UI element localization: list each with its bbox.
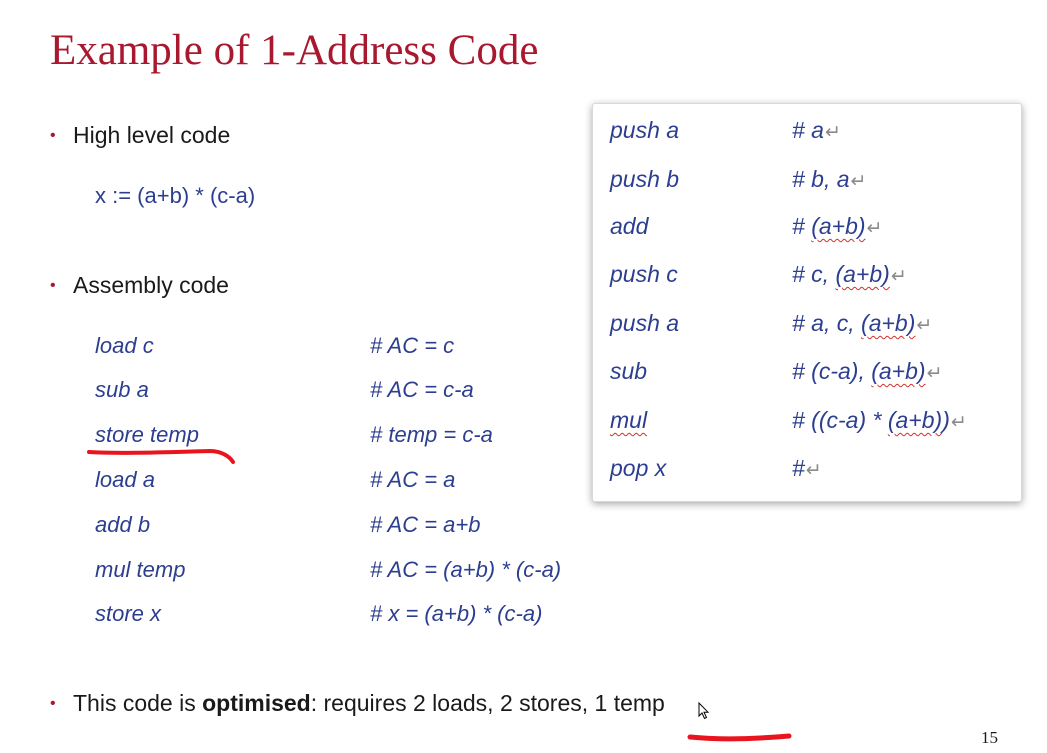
mouse-cursor-icon (698, 702, 710, 720)
bullet-assembly-label: Assembly code (73, 272, 229, 298)
stack-comment: # a↵ (792, 117, 841, 143)
paragraph-mark-icon: ↵ (850, 171, 867, 192)
spellcheck-word[interactable]: (a+b) (861, 310, 915, 336)
ink-underline-store-temp (87, 448, 235, 464)
ink-underline-temp (687, 733, 792, 742)
slide-title: Example of 1-Address Code (50, 27, 539, 74)
stack-instruction: mul (610, 407, 648, 433)
assembly-comment: # temp = c-a (370, 422, 493, 447)
assembly-instruction: store temp (95, 422, 199, 447)
bullet-dot-icon: • (50, 127, 56, 144)
page-number: 15 (981, 728, 998, 747)
assembly-instruction: sub a (95, 377, 149, 402)
assembly-instruction: load c (95, 333, 154, 358)
summary-bold: optimised (202, 690, 311, 716)
summary-prefix: This code is (73, 690, 203, 716)
stack-comment: #↵ (792, 455, 822, 481)
stack-comment: # (a+b)↵ (792, 213, 883, 239)
stack-code-popup[interactable]: push a # a↵ push b # b, a↵ add # (a+b)↵ … (592, 103, 1022, 502)
bullet-summary: • This code is optimised: requires 2 load… (50, 690, 665, 717)
paragraph-mark-icon: ↵ (890, 266, 907, 287)
assembly-instruction: add b (95, 512, 151, 537)
bullet-assembly: • Assembly code (50, 272, 229, 299)
stack-instruction: pop x (610, 455, 667, 481)
paragraph-mark-icon: ↵ (824, 122, 841, 143)
assembly-comment: # AC = c (370, 333, 455, 358)
spellcheck-word[interactable]: (a+b) (888, 407, 942, 433)
paragraph-mark-icon: ↵ (950, 412, 967, 433)
assembly-comment: # x = (a+b) * (c-a) (370, 601, 543, 626)
bullet-dot-icon: • (50, 695, 56, 712)
stack-comment: # c, (a+b)↵ (792, 261, 907, 287)
paragraph-mark-icon: ↵ (805, 460, 822, 481)
assembly-comment: # AC = (a+b) * (c-a) (370, 557, 562, 582)
stack-instruction: push a (610, 117, 680, 143)
stack-instruction: add (610, 213, 649, 239)
paragraph-mark-icon: ↵ (866, 218, 883, 239)
spellcheck-word[interactable]: (a+b) (811, 213, 865, 239)
stack-instruction: sub (610, 358, 648, 384)
stack-comment: # ((c-a) * (a+b))↵ (792, 407, 967, 433)
spellcheck-word[interactable]: (a+b) (835, 261, 889, 287)
bullet-high-level: • High level code (50, 122, 230, 149)
stack-instruction: push c (610, 261, 678, 287)
assembly-instruction: store x (95, 601, 162, 626)
summary-suffix: : requires 2 loads, 2 stores, 1 temp (310, 690, 665, 716)
assembly-comment: # AC = c-a (370, 377, 474, 402)
stack-instruction: push b (610, 166, 680, 192)
stack-comment: # a, c, (a+b)↵ (792, 310, 933, 336)
paragraph-mark-icon: ↵ (916, 315, 933, 336)
bullet-high-level-label: High level code (73, 122, 231, 148)
high-level-code: x := (a+b) * (c-a) (95, 183, 256, 208)
assembly-comment: # AC = a (370, 467, 456, 492)
stack-instruction: push a (610, 310, 680, 336)
assembly-comment: # AC = a+b (370, 512, 481, 537)
assembly-instruction: load a (95, 467, 155, 492)
paragraph-mark-icon: ↵ (926, 363, 943, 384)
stack-comment: # (c-a), (a+b)↵ (792, 358, 943, 384)
assembly-instruction: mul temp (95, 557, 186, 582)
stack-comment: # b, a↵ (792, 166, 867, 192)
bullet-dot-icon: • (50, 277, 56, 294)
spellcheck-word[interactable]: (a+b) (871, 358, 925, 384)
